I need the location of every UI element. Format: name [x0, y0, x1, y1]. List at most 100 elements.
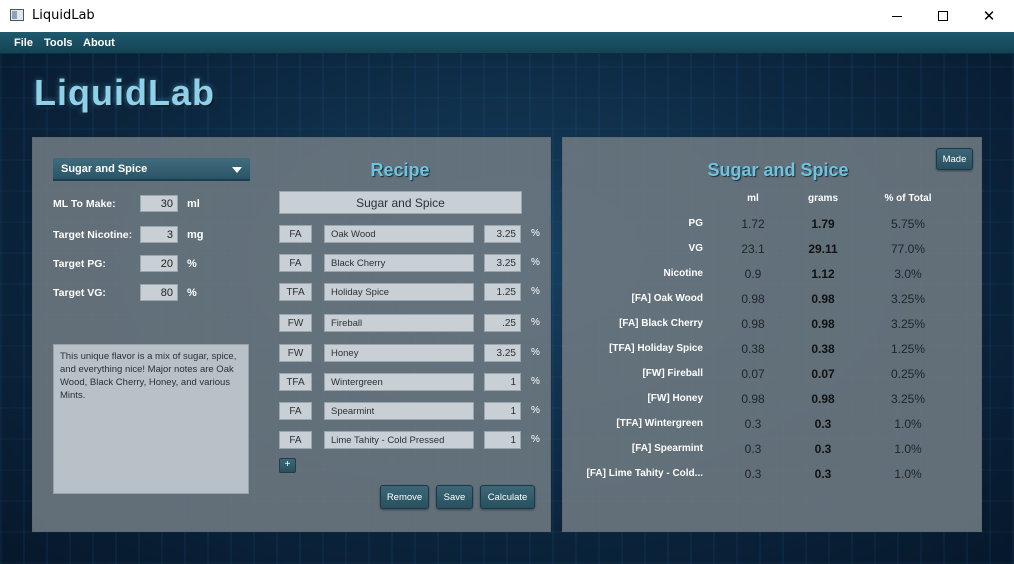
app-logo: LiquidLab	[34, 72, 215, 113]
window-title: LiquidLab	[32, 8, 95, 23]
row-grams: 0.3	[814, 467, 832, 481]
row-percent: 3.25%	[890, 292, 926, 306]
target-vg-input[interactable]: 80	[140, 284, 178, 301]
row-percent: 1.0%	[894, 442, 922, 456]
row-ml: 1.72	[741, 217, 765, 231]
title-bar: LiquidLab ✕	[0, 0, 1014, 32]
row-label: [FA] Lime Tahity - Cold...	[586, 468, 703, 479]
row-grams: 29.11	[808, 242, 838, 256]
row-grams: 0.98	[811, 317, 835, 331]
flavor-brand-input[interactable]: FA	[279, 431, 312, 449]
flavor-name-input[interactable]: Holiday Spice	[324, 283, 474, 301]
table-row: PG 1.72 1.79 5.75%	[563, 214, 983, 234]
row-percent: 1.25%	[890, 342, 926, 356]
menu-about[interactable]: About	[83, 37, 115, 49]
row-grams: 0.3	[814, 417, 832, 431]
flavor-brand-input[interactable]: FA	[279, 225, 312, 243]
flavor-percent-input[interactable]: 1	[484, 431, 521, 449]
recipe-name-input[interactable]: Sugar and Spice	[279, 191, 522, 214]
flavor-brand-input[interactable]: FA	[279, 402, 312, 420]
row-grams: 0.38	[811, 342, 835, 356]
flavor-percent-unit: %	[531, 405, 540, 416]
flavor-name-input[interactable]: Black Cherry	[324, 254, 474, 272]
maximize-button[interactable]	[920, 0, 966, 32]
calculate-button[interactable]: Calculate	[480, 485, 535, 509]
ml-to-make-input[interactable]: 30	[140, 195, 178, 212]
target-nicotine-input[interactable]: 3	[140, 226, 178, 243]
flavor-name-input[interactable]: Fireball	[324, 314, 474, 332]
row-percent: 3.25%	[890, 392, 926, 406]
table-row: Nicotine 0.9 1.12 3.0%	[563, 264, 983, 284]
flavor-brand-input[interactable]: FW	[279, 314, 312, 332]
flavor-row: FW Fireball .25 %	[279, 314, 549, 332]
table-row: [FA] Black Cherry 0.98 0.98 3.25%	[563, 314, 983, 334]
results-heading: Sugar and Spice	[707, 160, 849, 180]
minimize-icon	[892, 15, 902, 17]
column-header-grams: grams	[807, 193, 838, 204]
recipe-description[interactable]: This unique flavor is a mix of sugar, sp…	[53, 344, 249, 494]
flavor-percent-unit: %	[531, 228, 540, 239]
flavor-percent-unit: %	[531, 257, 540, 268]
save-button[interactable]: Save	[436, 485, 473, 509]
flavor-row: FA Spearmint 1 %	[279, 402, 549, 420]
flavor-percent-input[interactable]: 3.25	[484, 225, 521, 243]
row-percent: 77.0%	[890, 242, 926, 256]
flavor-percent-unit: %	[531, 434, 540, 445]
flavor-brand-input[interactable]: TFA	[279, 283, 312, 301]
target-nicotine-label: Target Nicotine:	[53, 229, 133, 241]
flavor-brand-input[interactable]: FW	[279, 344, 312, 362]
flavor-percent-input[interactable]: 1	[484, 402, 521, 420]
row-percent: 3.0%	[894, 267, 922, 281]
row-label: PG	[688, 218, 703, 229]
recipe-heading: Recipe	[370, 160, 430, 180]
flavor-row: TFA Holiday Spice 1.25 %	[279, 283, 549, 301]
flavor-row: FA Oak Wood 3.25 %	[279, 225, 549, 243]
flavor-percent-input[interactable]: .25	[484, 314, 521, 332]
flavor-name-input[interactable]: Spearmint	[324, 402, 474, 420]
app-window-icon	[10, 9, 24, 21]
flavor-name-input[interactable]: Honey	[324, 344, 474, 362]
flavor-percent-input[interactable]: 3.25	[484, 344, 521, 362]
row-percent: 1.0%	[894, 467, 922, 481]
row-ml: 0.98	[741, 317, 765, 331]
flavor-brand-input[interactable]: FA	[279, 254, 312, 272]
flavor-row: FA Lime Tahity - Cold Pressed 1 %	[279, 431, 549, 449]
table-row: [FA] Oak Wood 0.98 0.98 3.25%	[563, 289, 983, 309]
flavor-percent-input[interactable]: 3.25	[484, 254, 521, 272]
results-panel: Made Sugar and Spice ml grams % of Total…	[562, 137, 982, 532]
minimize-button[interactable]	[874, 0, 920, 32]
flavor-name-input[interactable]: Oak Wood	[324, 225, 474, 243]
menu-tools[interactable]: Tools	[44, 37, 73, 49]
row-percent: 5.75%	[890, 217, 926, 231]
flavor-name-input[interactable]: Lime Tahity - Cold Pressed	[324, 431, 474, 449]
row-percent: 1.0%	[894, 417, 922, 431]
row-ml: 0.07	[741, 367, 765, 381]
remove-button[interactable]: Remove	[380, 485, 429, 509]
column-header-percent: % of Total	[884, 193, 932, 204]
row-percent: 0.25%	[890, 367, 926, 381]
made-button[interactable]: Made	[936, 148, 973, 170]
row-grams: 0.98	[811, 292, 835, 306]
row-label: [FA] Black Cherry	[619, 318, 703, 329]
row-ml: 23.1	[741, 242, 765, 256]
recipe-dropdown[interactable]: Sugar and Spice	[53, 158, 250, 181]
row-grams: 0.07	[811, 367, 835, 381]
row-ml: 0.98	[741, 292, 765, 306]
row-grams: 0.3	[814, 442, 832, 456]
flavor-name-input[interactable]: Wintergreen	[324, 373, 474, 391]
flavor-percent-input[interactable]: 1	[484, 373, 521, 391]
close-icon: ✕	[982, 7, 996, 25]
row-label: VG	[688, 243, 703, 254]
target-pg-label: Target PG:	[53, 258, 106, 270]
target-pg-input[interactable]: 20	[140, 255, 178, 272]
table-row: VG 23.1 29.11 77.0%	[563, 239, 983, 259]
add-flavor-button[interactable]: +	[279, 458, 296, 473]
row-ml: 0.9	[744, 267, 762, 281]
row-grams: 0.98	[811, 392, 835, 406]
menu-file[interactable]: File	[14, 37, 33, 49]
menu-bar: File Tools About	[0, 32, 1014, 54]
row-ml: 0.3	[744, 442, 762, 456]
flavor-brand-input[interactable]: TFA	[279, 373, 312, 391]
flavor-percent-input[interactable]: 1.25	[484, 283, 521, 301]
close-button[interactable]: ✕	[966, 0, 1012, 32]
